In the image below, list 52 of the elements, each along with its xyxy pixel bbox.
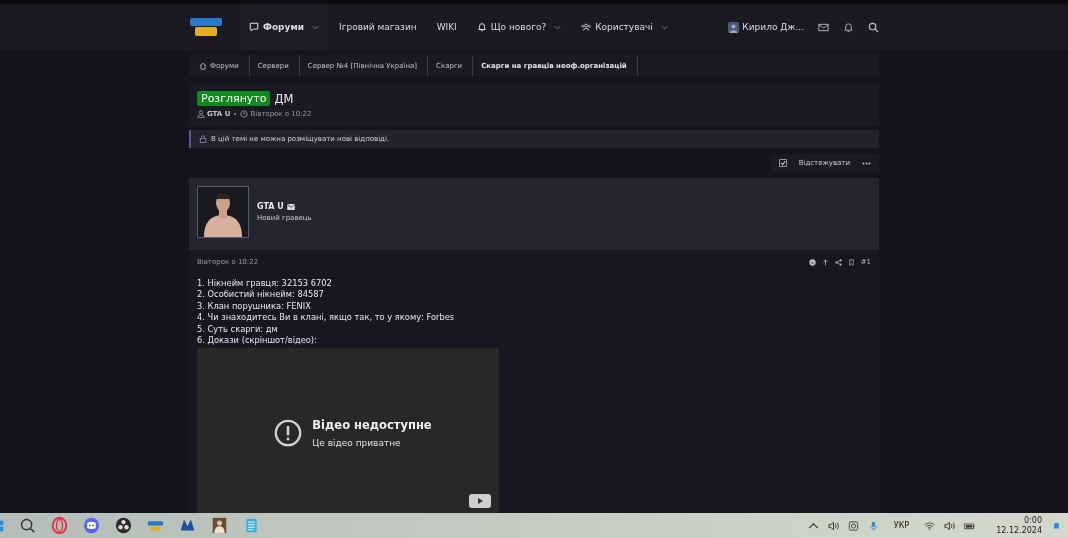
clock-time[interactable]: 0:00 xyxy=(1024,515,1042,526)
chat-icon xyxy=(249,22,259,32)
lock-icon xyxy=(199,135,207,143)
bookmark-icon[interactable] xyxy=(847,258,855,266)
up-arrow-icon[interactable] xyxy=(821,258,829,266)
search-icon[interactable] xyxy=(19,517,36,534)
figure-app-icon[interactable] xyxy=(211,517,228,534)
post-text-line: 5. Суть скарги: дм xyxy=(197,323,279,336)
video-error-title: Відео недоступне xyxy=(312,418,432,433)
clock-date[interactable]: 12.12.2024 xyxy=(996,525,1042,536)
user-menu[interactable]: Кирило Дж... xyxy=(728,21,804,33)
bell-icon[interactable] xyxy=(843,21,854,33)
thread-title: ДМ xyxy=(274,91,294,106)
wifi-icon[interactable] xyxy=(924,520,936,531)
speaker-icon[interactable] xyxy=(827,520,839,531)
user-icon xyxy=(197,110,205,118)
post-text-line: 1. Нікнейм гравця: 32153 6702 xyxy=(197,278,333,290)
post-text-line: 6. Докази (скріншот/відео): xyxy=(197,335,318,347)
play-icon[interactable] xyxy=(469,494,491,509)
app-tray-icon[interactable] xyxy=(847,520,859,531)
avatar[interactable] xyxy=(197,186,249,238)
share-icon[interactable] xyxy=(834,258,842,266)
nav-tab[interactable]: Користувачі xyxy=(573,4,676,50)
post-author[interactable]: GTA U xyxy=(257,202,284,211)
search-icon[interactable] xyxy=(868,21,879,33)
warning-icon xyxy=(274,419,303,448)
post-text-line: 4. Чи знаходитесь Ви в клані, якщо так, то у якому: Forbes xyxy=(197,312,456,324)
nav-tab[interactable]: Форуми xyxy=(241,4,328,50)
notification-icon[interactable] xyxy=(1051,520,1062,531)
watch-checkbox[interactable] xyxy=(778,159,787,167)
video-player[interactable]: Відео недоступне Це відео приватне xyxy=(197,348,499,513)
clock-icon xyxy=(240,110,249,118)
nav-tab[interactable]: WIKI xyxy=(428,4,465,50)
app-icon[interactable] xyxy=(179,517,196,534)
site-logo[interactable] xyxy=(189,17,223,37)
speaker-icon[interactable] xyxy=(944,520,956,531)
user-avatar-icon xyxy=(728,21,740,33)
nav-tab[interactable]: Ігровий магазин xyxy=(331,4,425,50)
more-icon[interactable] xyxy=(862,161,871,165)
battery-icon[interactable] xyxy=(964,520,976,531)
reaction-icon[interactable] xyxy=(808,258,816,266)
post-text-line: 2. Особистий нікнейм: 84587 xyxy=(197,289,325,301)
language-indicator[interactable]: УКР xyxy=(893,521,910,530)
post-text-line: 3. Клан порушника: FENIX xyxy=(197,300,312,313)
nav-tab[interactable]: Що нового? xyxy=(468,4,570,50)
chat-app-icon[interactable] xyxy=(83,517,100,534)
mail-icon[interactable] xyxy=(818,21,829,33)
status-label: Розглянуто xyxy=(197,91,271,106)
bell-icon xyxy=(476,22,487,32)
video-error-message: Це відео приватне xyxy=(312,438,402,449)
chevron-up-icon[interactable] xyxy=(807,520,819,531)
envelope-icon[interactable] xyxy=(286,203,295,210)
